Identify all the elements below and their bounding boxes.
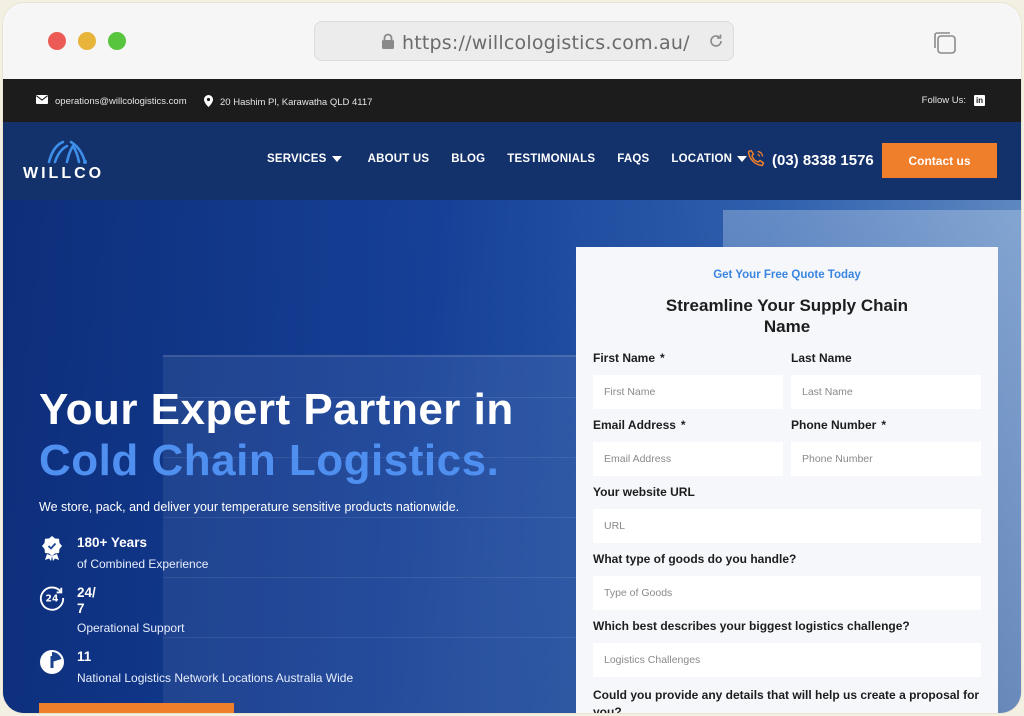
nav-item-label: ABOUT US bbox=[367, 153, 430, 165]
stat-value-line2: 7 bbox=[77, 601, 85, 616]
contact-address[interactable]: 20 Hashim Pl, Karawatha QLD 4117 bbox=[204, 95, 372, 110]
browser-window: https://willcologistics.com.au/ operatio… bbox=[2, 2, 1022, 714]
clock-24-icon: 24 bbox=[39, 585, 65, 611]
phone-input[interactable] bbox=[791, 442, 981, 476]
phone-icon bbox=[747, 149, 765, 171]
required-mark: * bbox=[660, 351, 665, 365]
email-label: Email Address * bbox=[593, 418, 686, 432]
contact-email[interactable]: operations@willcologistics.com bbox=[36, 95, 187, 107]
contact-us-button[interactable]: Contact us bbox=[882, 143, 997, 178]
quote-form: Get Your Free Quote Today Streamline You… bbox=[576, 247, 998, 714]
chevron-down-icon bbox=[737, 156, 748, 162]
nav-item-about-us[interactable]: ABOUT US bbox=[368, 153, 430, 165]
stat-caption: of Combined Experience bbox=[77, 557, 209, 571]
nav-item-label: LOCATION bbox=[671, 153, 733, 165]
location-pie-icon bbox=[39, 649, 65, 675]
follow-us: Follow Us: in bbox=[922, 95, 985, 106]
label-text: Email Address bbox=[593, 418, 676, 432]
email-input[interactable] bbox=[593, 442, 783, 476]
minimize-window-button[interactable] bbox=[78, 32, 96, 50]
follow-label: Follow Us: bbox=[921, 95, 966, 106]
nav-item-label: FAQS bbox=[617, 153, 650, 165]
nav-menu: SERVICES ABOUT US BLOG TESTIMONIALS FAQS… bbox=[267, 153, 748, 165]
challenge-label: Which best describes your biggest logist… bbox=[593, 619, 910, 633]
phone-link[interactable]: (03) 8338 1576 bbox=[747, 149, 874, 171]
last-name-input[interactable] bbox=[791, 375, 981, 409]
lock-icon bbox=[381, 33, 395, 55]
stat-locations: 11 National Logistics Network Locations … bbox=[39, 649, 353, 685]
linkedin-icon[interactable]: in bbox=[974, 95, 985, 106]
url-text: https://willcologistics.com.au/ bbox=[402, 32, 690, 54]
nav-item-services[interactable]: SERVICES bbox=[267, 153, 342, 165]
nav-item-testimonials[interactable]: TESTIMONIALS bbox=[507, 153, 595, 165]
close-window-button[interactable] bbox=[48, 32, 66, 50]
challenge-input[interactable] bbox=[593, 643, 981, 677]
details-label: Could you provide any details that will … bbox=[593, 688, 980, 714]
hero-cta-button[interactable] bbox=[39, 703, 234, 713]
willco-logo[interactable]: WILLCO bbox=[23, 138, 113, 188]
reload-icon[interactable] bbox=[707, 32, 725, 55]
nav-item-blog[interactable]: BLOG bbox=[451, 153, 485, 165]
stat-caption: National Logistics Network Locations Aus… bbox=[77, 671, 354, 685]
address-text: 20 Hashim Pl, Karawatha QLD 4117 bbox=[220, 97, 373, 108]
email-text: operations@willcologistics.com bbox=[55, 95, 187, 107]
stat-value-line1: 24/ bbox=[77, 585, 96, 600]
stat-support: 24 24/ 7 Operational Support bbox=[39, 585, 184, 635]
chevron-down-icon bbox=[331, 156, 342, 162]
last-name-label: Last Name bbox=[791, 351, 852, 365]
phone-label: Phone Number * bbox=[791, 418, 886, 432]
map-pin-icon bbox=[204, 95, 213, 110]
top-info-bar: operations@willcologistics.com 20 Hashim… bbox=[3, 79, 1021, 122]
browser-chrome: https://willcologistics.com.au/ bbox=[3, 3, 1021, 79]
first-name-label: First Name * bbox=[593, 351, 665, 365]
nav-item-label: SERVICES bbox=[267, 153, 327, 165]
nav-item-faqs[interactable]: FAQS bbox=[617, 153, 649, 165]
url-input[interactable] bbox=[593, 509, 981, 543]
required-mark: * bbox=[881, 418, 887, 432]
phone-number: (03) 8338 1576 bbox=[772, 151, 874, 169]
logo-text: WILLCO bbox=[23, 165, 105, 182]
first-name-input[interactable] bbox=[593, 375, 783, 409]
nav-item-label: BLOG bbox=[451, 153, 486, 165]
hero-subtitle: We store, pack, and deliver your tempera… bbox=[39, 500, 460, 514]
url-label: Your website URL bbox=[593, 485, 695, 499]
form-title: Streamline Your Supply Chain Name bbox=[665, 296, 909, 336]
stat-caption: Operational Support bbox=[77, 621, 185, 635]
main-navigation: WILLCO SERVICES ABOUT US BLOG TESTIMONIA… bbox=[3, 122, 1021, 200]
goods-input[interactable] bbox=[593, 576, 981, 610]
maximize-window-button[interactable] bbox=[108, 32, 126, 50]
tabs-icon[interactable] bbox=[932, 30, 958, 61]
hero-title-line2: Cold Chain Logistics. bbox=[39, 436, 500, 485]
nav-item-location[interactable]: LOCATION bbox=[671, 153, 748, 165]
goods-label: What type of goods do you handle? bbox=[593, 552, 797, 566]
required-mark: * bbox=[680, 418, 686, 432]
hero-title-line1: Your Expert Partner in bbox=[39, 385, 514, 434]
logo-mark-icon bbox=[47, 140, 87, 164]
nav-item-label: TESTIMONIALS bbox=[507, 153, 596, 165]
envelope-icon bbox=[36, 95, 48, 107]
label-text: Phone Number bbox=[791, 418, 877, 432]
stat-value: 11 bbox=[77, 649, 92, 664]
svg-text:24: 24 bbox=[46, 594, 59, 605]
form-kicker: Get Your Free Quote Today bbox=[713, 269, 861, 281]
label-text: First Name bbox=[593, 351, 656, 365]
stat-experience: 180+ Years of Combined Experience bbox=[39, 535, 208, 571]
award-badge-icon bbox=[39, 535, 65, 561]
address-bar[interactable]: https://willcologistics.com.au/ bbox=[314, 21, 734, 61]
stat-value: 180+ Years bbox=[77, 535, 147, 550]
